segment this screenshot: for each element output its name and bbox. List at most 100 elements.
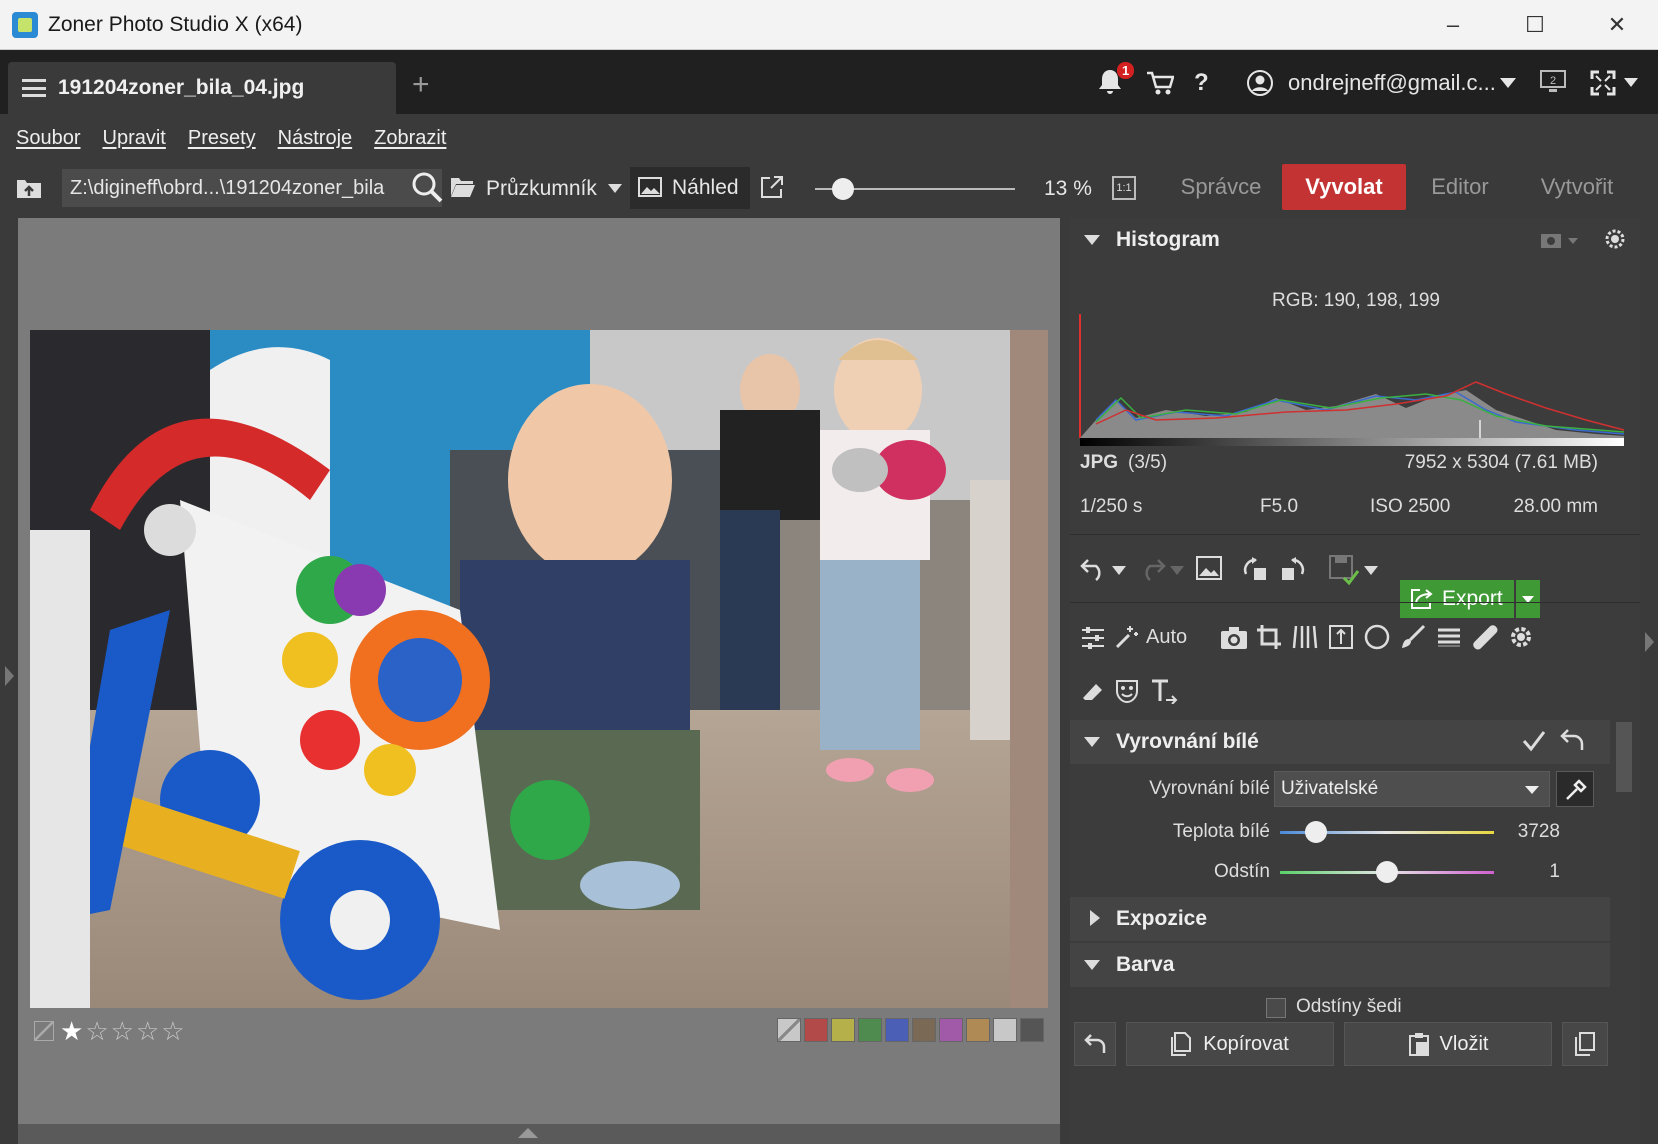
eraser-icon[interactable]	[1080, 678, 1106, 704]
external-link-icon[interactable]	[760, 175, 784, 199]
actual-size-button[interactable]: 1:1	[1112, 176, 1136, 200]
text-tool-icon[interactable]	[1150, 678, 1178, 704]
path-field[interactable]: Z:\digineff\obrd...\191204zoner_bila	[62, 169, 442, 207]
color-label[interactable]	[966, 1018, 990, 1042]
tint-value[interactable]: 1	[1500, 861, 1560, 883]
export-dropdown-button[interactable]	[1516, 580, 1540, 618]
face-retouch-icon[interactable]	[1114, 678, 1140, 704]
reset-section-icon[interactable]	[1560, 728, 1584, 752]
color-label[interactable]	[939, 1018, 963, 1042]
wb-picker-button[interactable]	[1556, 771, 1594, 807]
rotate-left-icon[interactable]	[1242, 556, 1272, 584]
fullscreen-icon[interactable]	[1590, 70, 1616, 96]
right-collapse-strip[interactable]	[1640, 218, 1658, 1144]
preview-button[interactable]: Náhled	[630, 167, 750, 209]
undo-icon[interactable]	[1080, 556, 1110, 582]
star-rating[interactable]: ★ ☆ ☆ ☆ ☆	[34, 1016, 185, 1046]
temperature-slider-knob[interactable]	[1305, 821, 1327, 843]
image-canvas[interactable]: ★ ☆ ☆ ☆ ☆	[18, 218, 1060, 1124]
star-icon[interactable]: ☆	[111, 1016, 134, 1046]
effects-gear-icon[interactable]	[1508, 624, 1534, 650]
gradient-filter-icon[interactable]	[1436, 626, 1462, 648]
browser-label[interactable]: Průzkumník	[486, 170, 597, 208]
healing-bandage-icon[interactable]	[1472, 624, 1498, 650]
filmstrip-toggle-bar[interactable]	[18, 1124, 1060, 1144]
menu-tools[interactable]: Nástroje	[278, 127, 352, 150]
browser-dropdown-icon[interactable]	[608, 184, 622, 193]
color-label[interactable]	[804, 1018, 828, 1042]
color-label[interactable]	[831, 1018, 855, 1042]
save-dropdown-icon[interactable]	[1364, 566, 1378, 575]
panel-scrollbar[interactable]	[1616, 722, 1632, 792]
color-label[interactable]	[1020, 1018, 1044, 1042]
color-label-none[interactable]	[777, 1018, 801, 1042]
expand-left-icon[interactable]	[5, 666, 14, 686]
minimize-button[interactable]: –	[1412, 0, 1494, 50]
document-tab[interactable]: 191204zoner_bila_04.jpg	[8, 62, 396, 114]
mode-create[interactable]: Vytvořit	[1514, 164, 1640, 210]
brush-icon[interactable]	[1400, 624, 1426, 650]
mode-develop[interactable]: Vyvolat	[1282, 164, 1406, 210]
menu-view[interactable]: Zobrazit	[374, 127, 446, 150]
exposure-header[interactable]: Expozice	[1070, 897, 1610, 941]
tint-slider-knob[interactable]	[1376, 861, 1398, 883]
color-header[interactable]: Barva	[1070, 943, 1610, 987]
star-icon[interactable]: ☆	[85, 1016, 108, 1046]
export-button[interactable]: Export	[1400, 580, 1514, 618]
expand-right-icon[interactable]	[1645, 632, 1654, 652]
magic-wand-icon[interactable]	[1114, 624, 1140, 650]
reject-icon[interactable]	[34, 1021, 54, 1041]
perspective-icon[interactable]	[1292, 624, 1318, 650]
panel-divider[interactable]	[1060, 218, 1070, 1144]
reset-all-button[interactable]	[1074, 1022, 1116, 1066]
copy-options-button[interactable]	[1562, 1022, 1608, 1066]
fullscreen-dropdown-icon[interactable]	[1624, 78, 1638, 87]
paste-settings-button[interactable]: Vložit	[1344, 1022, 1552, 1066]
radial-filter-icon[interactable]	[1364, 624, 1390, 650]
temperature-value[interactable]: 3728	[1500, 821, 1560, 843]
account-dropdown-icon[interactable]	[1500, 78, 1516, 88]
crop-icon[interactable]	[1256, 624, 1282, 650]
new-tab-button[interactable]: +	[412, 68, 430, 102]
star-icon[interactable]: ☆	[136, 1016, 159, 1046]
search-icon[interactable]	[410, 170, 444, 204]
mode-editor[interactable]: Editor	[1406, 164, 1514, 210]
color-label[interactable]	[858, 1018, 882, 1042]
camera-mode-icon[interactable]	[1540, 232, 1580, 250]
folder-up-icon[interactable]	[16, 176, 42, 200]
monitor-icon[interactable]: 2	[1540, 70, 1566, 94]
auto-button[interactable]: Auto	[1146, 622, 1187, 652]
close-button[interactable]: ✕	[1576, 0, 1658, 50]
adjustments-icon[interactable]	[1080, 626, 1106, 650]
color-label[interactable]	[885, 1018, 909, 1042]
straighten-icon[interactable]	[1328, 624, 1354, 650]
grayscale-checkbox[interactable]	[1266, 998, 1286, 1018]
redo-dropdown-icon[interactable]	[1170, 566, 1184, 575]
star-icon[interactable]: ★	[60, 1016, 83, 1046]
menu-edit[interactable]: Upravit	[103, 127, 166, 150]
undo-dropdown-icon[interactable]	[1112, 566, 1126, 575]
enable-checkmark-icon[interactable]	[1522, 730, 1546, 752]
menu-presets[interactable]: Presety	[188, 127, 256, 150]
copy-settings-button[interactable]: Kopírovat	[1126, 1022, 1334, 1066]
menu-file[interactable]: Soubor	[16, 127, 81, 150]
maximize-button[interactable]: ☐	[1494, 0, 1576, 50]
redo-icon[interactable]	[1136, 556, 1166, 582]
user-email[interactable]: ondrejneff@gmail.c...	[1288, 58, 1496, 108]
camera-icon[interactable]	[1220, 626, 1248, 650]
mode-manager[interactable]: Správce	[1160, 164, 1282, 210]
star-icon[interactable]: ☆	[161, 1016, 184, 1046]
cart-icon[interactable]	[1146, 70, 1174, 96]
color-label[interactable]	[912, 1018, 936, 1042]
color-label[interactable]	[993, 1018, 1017, 1042]
help-button[interactable]: ?	[1194, 58, 1209, 108]
zoom-slider-knob[interactable]	[832, 178, 854, 200]
expand-bottom-icon[interactable]	[518, 1128, 538, 1138]
photo-preview[interactable]	[30, 330, 1048, 1008]
left-collapse-strip[interactable]	[0, 218, 18, 1144]
wb-mode-select[interactable]: Uživatelské	[1274, 771, 1550, 807]
rotate-right-icon[interactable]	[1276, 556, 1306, 584]
compare-image-icon[interactable]	[1196, 556, 1222, 580]
settings-icon[interactable]	[1604, 228, 1626, 250]
save-icon[interactable]	[1328, 554, 1360, 586]
